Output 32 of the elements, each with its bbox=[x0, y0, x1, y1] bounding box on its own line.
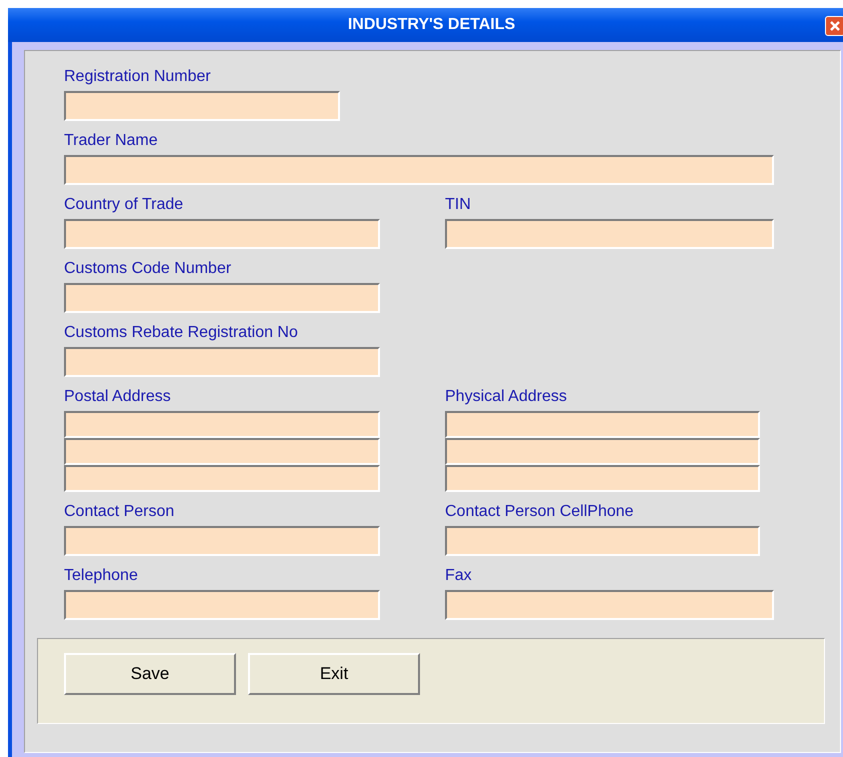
field-label: Contact Person bbox=[64, 502, 176, 522]
field-label: Fax bbox=[445, 566, 473, 586]
input-field[interactable] bbox=[64, 590, 380, 620]
action-button[interactable]: Save bbox=[64, 653, 236, 695]
field-label: Customs Rebate Registration No bbox=[64, 323, 299, 343]
input-field[interactable] bbox=[64, 155, 774, 185]
action-button[interactable]: Exit bbox=[248, 653, 420, 695]
field-label: Postal Address bbox=[64, 387, 172, 407]
input-field[interactable] bbox=[64, 438, 380, 465]
input-field[interactable] bbox=[445, 526, 760, 556]
input-field[interactable] bbox=[64, 411, 380, 438]
input-field[interactable] bbox=[445, 590, 774, 620]
field-label: TIN bbox=[445, 195, 472, 215]
field-label: Physical Address bbox=[445, 387, 568, 407]
field-label: Customs Code Number bbox=[64, 259, 232, 279]
input-field[interactable] bbox=[445, 438, 760, 465]
input-field[interactable] bbox=[64, 283, 380, 313]
input-field[interactable] bbox=[445, 411, 760, 438]
input-field[interactable] bbox=[445, 465, 760, 492]
field-label: Contact Person CellPhone bbox=[445, 502, 635, 522]
input-field[interactable] bbox=[445, 219, 774, 249]
field-label: Country of Trade bbox=[64, 195, 184, 215]
field-label: Registration Number bbox=[64, 67, 212, 87]
input-field[interactable] bbox=[64, 219, 380, 249]
window-title: INDUSTRY'S DETAILS bbox=[348, 16, 516, 34]
input-field[interactable] bbox=[64, 91, 340, 121]
field-label: Telephone bbox=[64, 566, 139, 586]
input-field[interactable] bbox=[64, 465, 380, 492]
input-field[interactable] bbox=[64, 347, 380, 377]
close-icon[interactable] bbox=[825, 16, 843, 36]
input-field[interactable] bbox=[64, 526, 380, 556]
field-label: Trader Name bbox=[64, 131, 159, 151]
